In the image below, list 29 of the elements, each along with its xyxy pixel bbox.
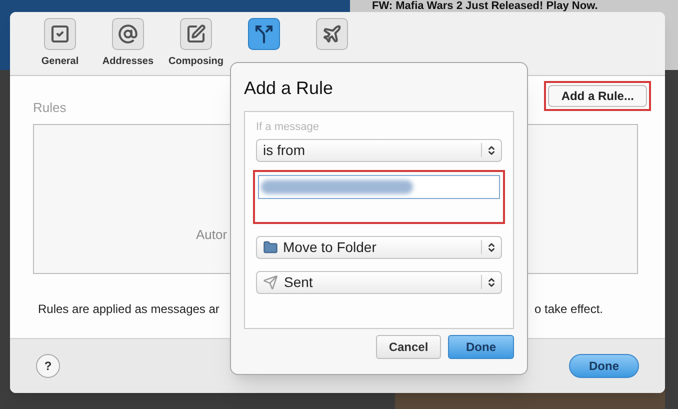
action-select[interactable]: Move to Folder <box>256 236 502 258</box>
condition-label: If a message <box>256 120 320 135</box>
add-rule-button[interactable]: Add a Rule... <box>548 85 647 107</box>
rules-heading: Rules <box>33 99 66 117</box>
dialog-button[interactable]: Done <box>448 335 514 359</box>
at-sign-icon <box>118 24 138 44</box>
paper-plane-icon <box>263 274 278 290</box>
toolbar-tab[interactable]: Composing <box>166 18 226 69</box>
split-arrows-icon <box>254 24 274 44</box>
dialog-title: Add a Rule <box>244 77 334 99</box>
dialog-button[interactable]: Cancel <box>376 335 441 359</box>
help-button[interactable]: ? <box>36 354 60 378</box>
email-subject: FW: Mafia Wars 2 Just Released! Play Now. <box>372 0 598 12</box>
done-button[interactable]: Done <box>569 354 639 378</box>
folder-select[interactable]: Sent <box>256 270 502 294</box>
airplane-icon <box>322 24 342 44</box>
condition-select[interactable]: is from <box>256 138 502 162</box>
up-down-arrows-icon <box>486 276 497 288</box>
rules-note: o take effect. <box>534 300 603 318</box>
folder-icon <box>263 240 278 254</box>
toolbar-tab[interactable]: Addresses <box>98 18 158 69</box>
up-down-arrows-icon <box>486 144 497 156</box>
sender-field[interactable] <box>258 174 500 198</box>
rules-note: Rules are applied as messages ar <box>37 300 220 318</box>
list-text: Autor <box>196 226 228 244</box>
pen-square-icon <box>186 24 206 44</box>
toolbar-tab[interactable]: General <box>30 18 90 69</box>
up-down-arrows-icon <box>486 242 497 252</box>
checkbox-icon <box>50 24 70 44</box>
